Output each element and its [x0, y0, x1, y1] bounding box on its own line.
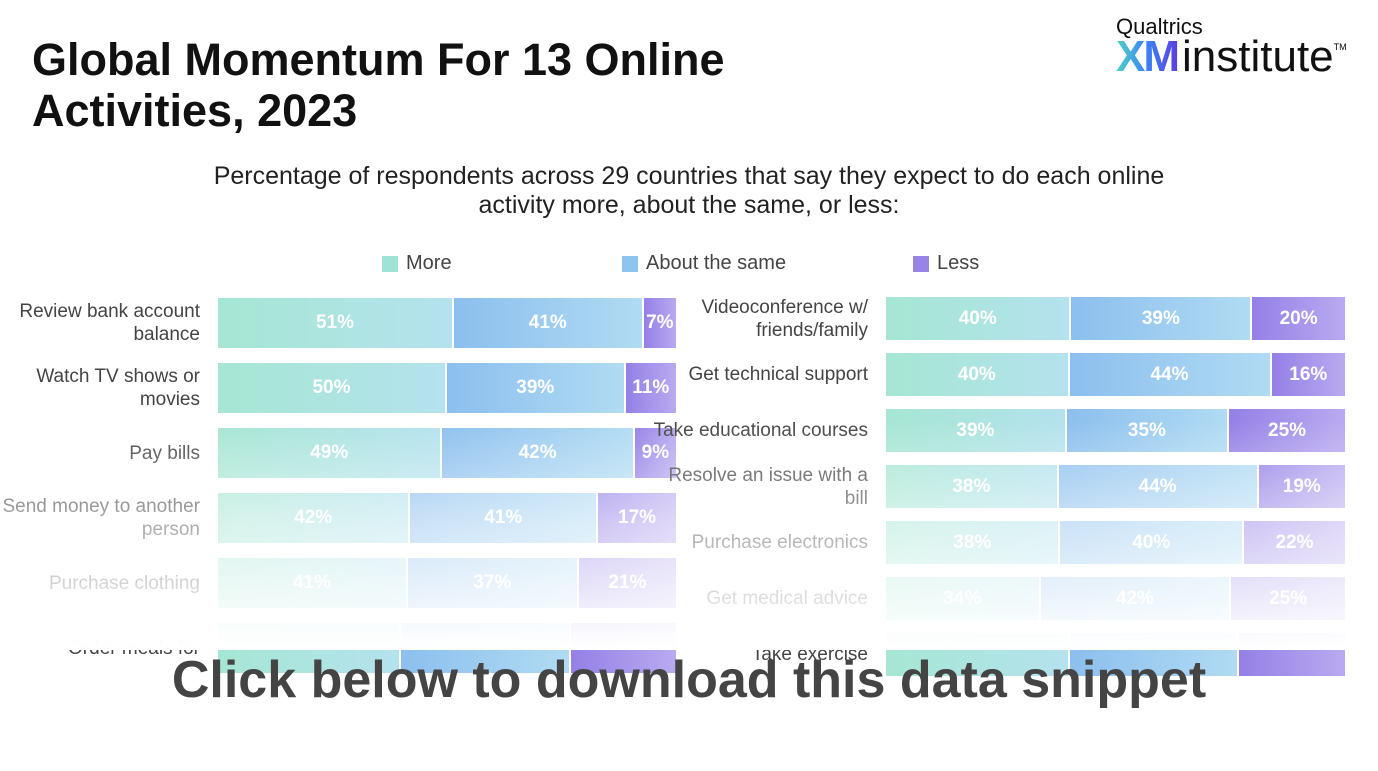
- bar-segment-more: 40%: [886, 353, 1070, 396]
- bar-segment-more: 50%: [218, 363, 447, 413]
- data-label: 37%: [473, 572, 512, 593]
- category-label: Take educational courses: [653, 420, 868, 441]
- logo-tm: TM: [1333, 42, 1347, 52]
- stacked-bar: 38% 44% 19%: [886, 465, 1345, 508]
- category-label: Watch TV shows or movies: [36, 366, 200, 410]
- data-label: 51%: [315, 312, 354, 333]
- chart-title: Global Momentum For 13 Online Activities…: [32, 34, 725, 136]
- data-label: 41%: [292, 572, 331, 593]
- bar-segment-more: 49%: [218, 428, 443, 478]
- data-label: 39%: [516, 377, 555, 398]
- category-label: Get medical advice: [706, 588, 868, 609]
- logo-institute: institute: [1182, 32, 1334, 81]
- legend-label: More: [406, 252, 452, 274]
- data-label: 50%: [312, 377, 351, 398]
- stacked-bar: 50% 39% 11%: [218, 363, 676, 413]
- bar-segment-about-the-same: 44%: [1058, 465, 1259, 508]
- bar-segment-less: 20%: [1252, 297, 1345, 340]
- stacked-bar: 41% 37% 21%: [218, 558, 676, 608]
- legend-swatch: [382, 255, 398, 272]
- legend-less: Less: [913, 252, 979, 275]
- data-label: 40%: [1132, 531, 1171, 553]
- legend-swatch: [622, 255, 638, 272]
- bar-segment-more: 51%: [218, 298, 454, 348]
- stacked-bar: 34% 42% 25%: [886, 577, 1345, 620]
- stacked-bar: 49% 42% 9%: [218, 428, 676, 478]
- category-label: Review bank account balance: [19, 301, 200, 345]
- bar-segment-about-the-same: 41%: [410, 493, 599, 543]
- bar-segment-more: 34%: [886, 577, 1041, 620]
- bar-segment-about-the-same: 42%: [1040, 577, 1232, 620]
- bar-segment-about-the-same: 41%: [453, 298, 644, 348]
- chart-subtitle: Percentage of respondents across 29 coun…: [213, 162, 1165, 219]
- data-label: 39%: [1141, 307, 1180, 329]
- category-label: Purchase clothing: [48, 572, 200, 594]
- data-label: 22%: [1275, 531, 1314, 553]
- legend-swatch: [913, 255, 929, 272]
- bar-segment-more: 40%: [886, 297, 1072, 340]
- legend-label: About the same: [646, 252, 787, 274]
- category-label: Send money to another person: [2, 496, 200, 540]
- data-label: 25%: [1269, 587, 1308, 609]
- bar-segment-more: 39%: [886, 409, 1067, 452]
- data-label: 42%: [1115, 587, 1154, 609]
- bar-segment-less: 25%: [1231, 577, 1345, 620]
- data-label: 38%: [952, 475, 991, 497]
- bar-segment-less: 16%: [1271, 353, 1345, 396]
- bar-segment-about-the-same: 37%: [407, 558, 579, 608]
- data-label: 25%: [1268, 419, 1307, 441]
- legend-label: Less: [937, 252, 980, 274]
- bar-segment-about-the-same: 42%: [442, 428, 635, 478]
- bar-segment-less: 19%: [1258, 465, 1345, 508]
- stacked-bar: 42% 41% 17%: [218, 493, 676, 543]
- data-label: 38%: [953, 531, 992, 553]
- data-label: 19%: [1282, 475, 1321, 497]
- bar-segment-more: 38%: [886, 521, 1061, 564]
- bar-segment-about-the-same: 35%: [1066, 409, 1230, 452]
- stacked-bar: 51% 41% 7%: [218, 298, 676, 348]
- category-label: Purchase electronics: [691, 532, 868, 553]
- bar-segment-about-the-same: 39%: [1071, 297, 1253, 340]
- category-label: Get technical support: [688, 364, 868, 385]
- bar-segment-about-the-same: 39%: [447, 363, 626, 413]
- data-label: 42%: [294, 507, 333, 528]
- data-label: 16%: [1289, 363, 1328, 385]
- stacked-bar: 38% 40% 22%: [886, 521, 1345, 564]
- qualtrics-xm-institute-logo: Qualtrics XMinstituteTM: [1116, 14, 1347, 82]
- data-label: 41%: [484, 507, 523, 528]
- legend-more: More: [382, 252, 452, 275]
- data-label: 49%: [310, 442, 349, 463]
- data-label: 34%: [943, 587, 982, 609]
- data-label: 44%: [1150, 363, 1189, 385]
- bar-segment-more: 41%: [218, 558, 408, 608]
- data-label: 44%: [1138, 475, 1177, 497]
- category-label: Videoconference w/ friends/family: [701, 296, 868, 341]
- legend-same: About the same: [622, 252, 786, 275]
- data-label: 41%: [528, 312, 567, 333]
- data-label: 20%: [1279, 307, 1318, 329]
- category-label: Resolve an issue with a bill: [668, 464, 868, 509]
- stacked-bar: 40% 44% 16%: [886, 353, 1345, 396]
- data-label: 42%: [518, 442, 557, 463]
- category-label: Pay bills: [129, 442, 200, 464]
- bar-segment-more: 38%: [886, 465, 1059, 508]
- download-cta[interactable]: Click below to download this data snippe…: [0, 650, 1378, 710]
- logo-xm: XM: [1116, 32, 1180, 81]
- stacked-bar: 40% 39% 20%: [886, 297, 1345, 340]
- bar-segment-more: 42%: [218, 493, 411, 543]
- data-label: 40%: [957, 363, 996, 385]
- bar-segment-about-the-same: 44%: [1069, 353, 1272, 396]
- stacked-bar: 39% 35% 25%: [886, 409, 1345, 452]
- bar-segment-less: 22%: [1244, 521, 1345, 564]
- bar-segment-about-the-same: 40%: [1060, 521, 1244, 564]
- bar-segment-less: 25%: [1229, 409, 1345, 452]
- data-label: 35%: [1127, 419, 1166, 441]
- data-label: 39%: [956, 419, 995, 441]
- data-label: 40%: [958, 307, 997, 329]
